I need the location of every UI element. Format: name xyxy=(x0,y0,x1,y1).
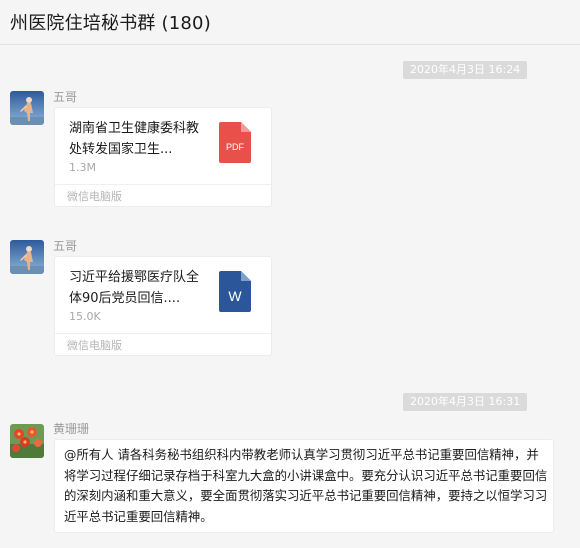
chat-header: 州医院住培秘书群 (180) xyxy=(0,0,580,45)
file-name: 习近平给援鄂医疗队全体90后党员回信.... xyxy=(69,270,200,306)
file-name: 湖南省卫生健康委科教处转发国家卫生... xyxy=(69,121,200,157)
file-message-card[interactable]: 习近平给援鄂医疗队全体90后党员回信.... 15.0K W 微信电脑版 xyxy=(54,256,272,356)
word-icon-label: W xyxy=(228,288,242,304)
message-text: @所有人 请各科务秘书组织科内带教老师认真学习贯彻习近平总书记重要回信精神，并将… xyxy=(64,447,548,524)
sender-name: 五哥 xyxy=(53,239,78,253)
sender-name: 黄珊珊 xyxy=(53,422,90,436)
wechat-chat-window: 州医院住培秘书群 (180) 2020年4月3日 16:24 五哥 湖南省卫生健… xyxy=(0,0,580,548)
pdf-icon-label: PDF xyxy=(226,142,245,152)
avatar[interactable] xyxy=(10,240,44,274)
file-size: 15.0K xyxy=(69,310,101,323)
word-file-icon: W xyxy=(219,271,251,312)
file-message-card[interactable]: 湖南省卫生健康委科教处转发国家卫生... 1.3M PDF 微信电脑版 xyxy=(54,107,272,207)
card-divider xyxy=(55,333,271,334)
timestamp-pill: 2020年4月3日 16:24 xyxy=(403,61,528,79)
card-divider xyxy=(55,184,271,185)
avatar[interactable] xyxy=(10,424,44,458)
timestamp-pill: 2020年4月3日 16:31 xyxy=(403,393,528,411)
text-message-bubble[interactable]: @所有人 请各科务秘书组织科内带教老师认真学习贯彻习近平总书记重要回信精神，并将… xyxy=(54,439,554,533)
avatar[interactable] xyxy=(10,91,44,125)
chat-title: 州医院住培秘书群 (180) xyxy=(10,13,211,34)
file-size: 1.3M xyxy=(69,161,96,174)
sender-name: 五哥 xyxy=(53,90,78,104)
file-source: 微信电脑版 xyxy=(67,190,122,203)
pdf-file-icon: PDF xyxy=(219,122,251,163)
file-source: 微信电脑版 xyxy=(67,339,122,352)
